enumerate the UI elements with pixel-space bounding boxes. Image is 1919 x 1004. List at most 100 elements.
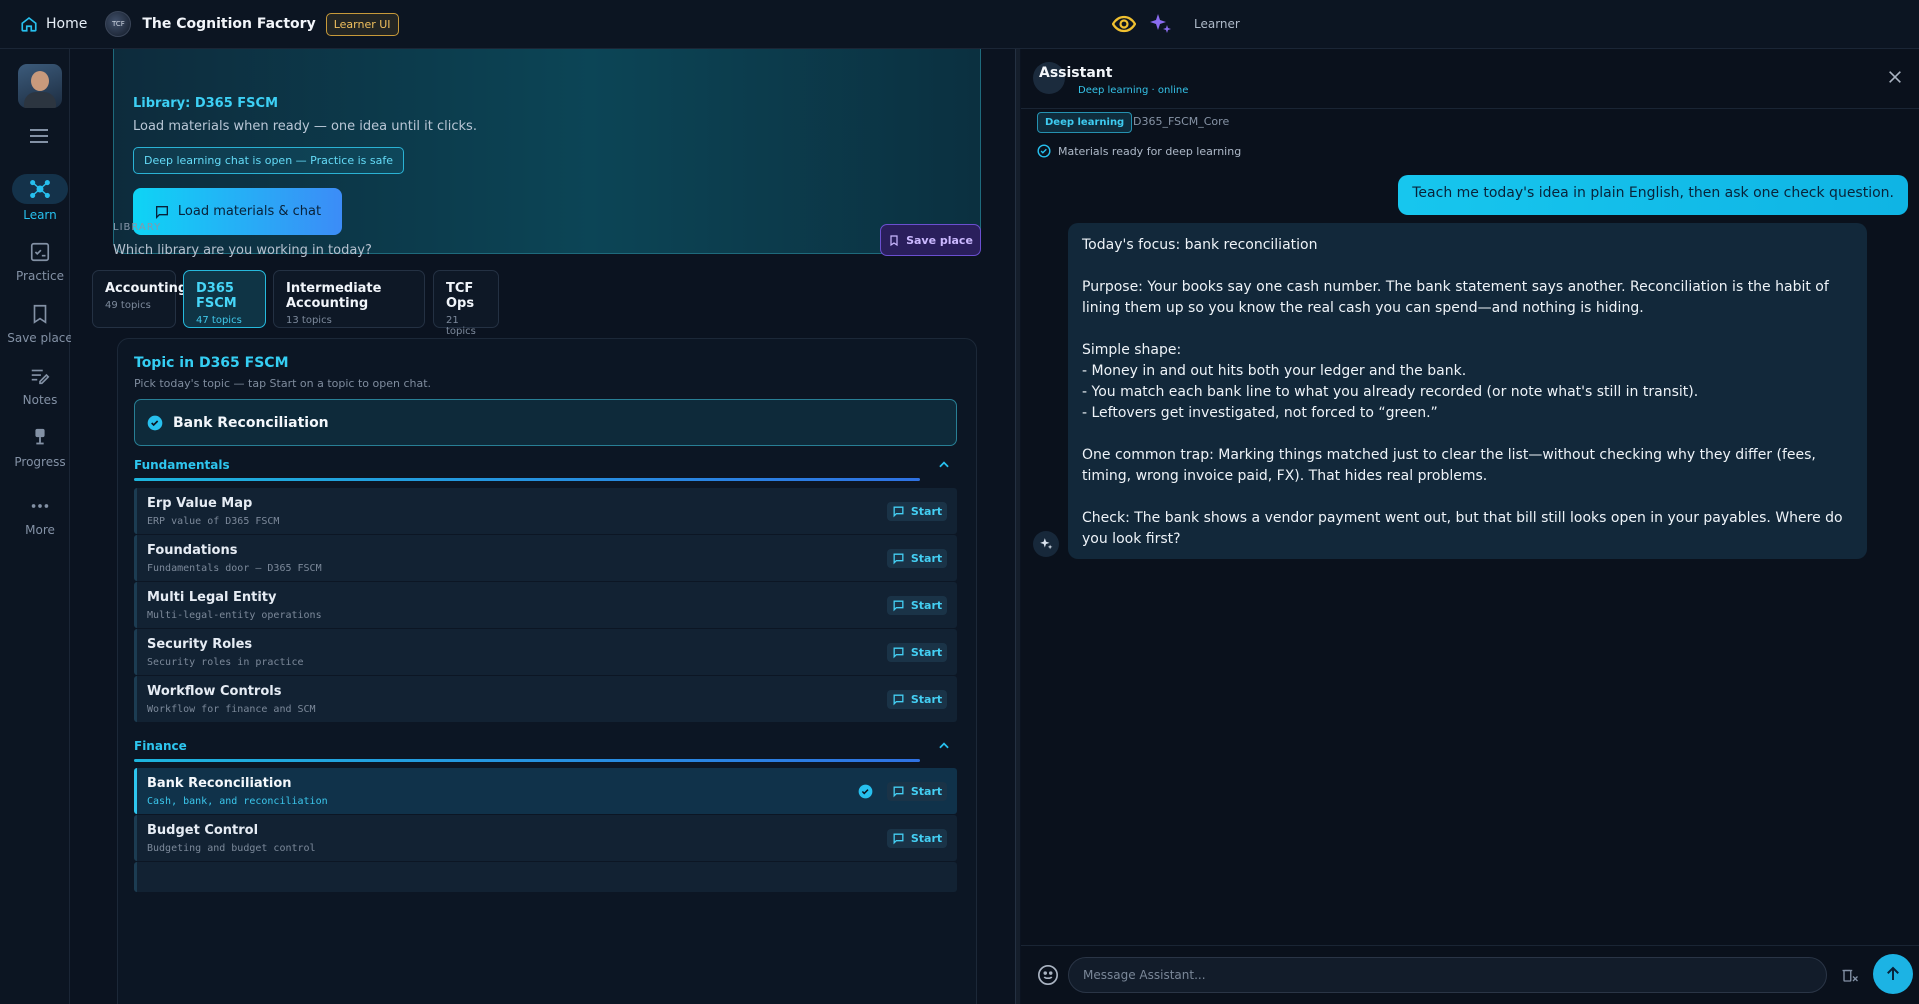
topic-row[interactable]: Workflow Controls Workflow for finance a… xyxy=(134,676,957,722)
arrow-up-icon xyxy=(1887,966,1899,980)
brand-logo: TCF xyxy=(105,11,132,37)
materials-ready: Materials ready for deep learning xyxy=(1037,144,1241,158)
start-button[interactable]: Start xyxy=(887,829,947,848)
topic-name: Erp Value Map xyxy=(147,496,253,511)
more-icon xyxy=(31,504,49,508)
start-button[interactable]: Start xyxy=(887,596,947,615)
network-icon xyxy=(30,180,50,198)
selected-topic-label: Bank Reconciliation xyxy=(173,414,329,431)
chat-icon xyxy=(893,647,904,659)
library-card-name: D365 FSCM xyxy=(196,281,237,311)
clear-chat-icon[interactable] xyxy=(1841,966,1859,984)
group-name: Finance xyxy=(134,739,187,753)
chat-icon xyxy=(893,694,904,706)
brand-title: The Cognition Factory xyxy=(142,16,316,32)
library-card-count: 13 topics xyxy=(286,315,332,326)
library-card-count: 47 topics xyxy=(196,315,242,326)
library-card-count: 49 topics xyxy=(105,300,151,311)
library-card-name: Intermediate Accounting xyxy=(286,281,382,311)
topic-name: Workflow Controls xyxy=(147,684,282,699)
topic-row[interactable]: Bank Reconciliation Cash, bank, and reco… xyxy=(134,768,957,814)
rail-item-progress[interactable]: Progress xyxy=(0,427,80,469)
close-icon[interactable] xyxy=(1887,69,1903,85)
message-composer xyxy=(1021,945,1919,1004)
rail-label-notes: Notes xyxy=(22,393,58,407)
start-button[interactable]: Start xyxy=(887,782,947,801)
check-circle-icon xyxy=(1037,144,1051,158)
deep-learning-chip: Deep learning chat is open — Practice is… xyxy=(133,147,404,174)
home-label: Home xyxy=(46,16,88,32)
topic-row[interactable]: Budget Control Budgeting and budget cont… xyxy=(134,815,957,861)
save-place-label: Save place xyxy=(906,233,973,247)
topic-name: Budget Control xyxy=(147,823,259,838)
chevron-up-icon[interactable] xyxy=(937,739,951,753)
send-button[interactable] xyxy=(1873,954,1913,994)
load-materials-label: Load materials & chat xyxy=(177,204,322,219)
sparkle-icon[interactable] xyxy=(1148,12,1172,36)
bookmark-icon xyxy=(33,304,47,324)
rail-item-save-place[interactable]: Save place xyxy=(0,303,80,345)
topic-row[interactable]: Erp Value Map ERP value of D365 FSCM Sta… xyxy=(134,488,957,534)
rail-item-learn[interactable]: Learn xyxy=(0,174,80,222)
notes-icon xyxy=(31,369,50,385)
group-name: Fundamentals xyxy=(134,458,230,472)
start-button[interactable]: Start xyxy=(887,690,947,709)
trophy-icon xyxy=(35,428,45,445)
topic-row[interactable] xyxy=(134,862,957,892)
panel-resize-handle[interactable] xyxy=(1015,49,1020,1004)
library-question: Which library are you working in today? xyxy=(113,243,372,258)
library-title: Library: D365 FSCM xyxy=(133,96,279,111)
assistant-sparkle-icon xyxy=(1033,531,1059,557)
home-link[interactable]: Home xyxy=(20,15,87,33)
topic-row[interactable]: Foundations Fundamentals door — D365 FSC… xyxy=(134,535,957,581)
shape-line: - Money in and out hits both your ledger… xyxy=(1082,363,1467,379)
topic-panel-hint: Pick today's topic — tap Start on a topi… xyxy=(134,377,432,390)
menu-icon[interactable] xyxy=(29,128,49,144)
mode-chip: Deep learning xyxy=(1037,112,1133,133)
group-fundamentals[interactable]: Fundamentals xyxy=(134,458,957,481)
top-center-controls: Learner xyxy=(1112,12,1240,36)
topic-name: Multi Legal Entity xyxy=(147,590,277,605)
message-shape: Simple shape: - Money in and out hits bo… xyxy=(1082,340,1853,424)
library-card-d365-fscm[interactable]: D365 FSCM 47 topics xyxy=(183,270,266,328)
topic-row[interactable]: Security Roles Security roles in practic… xyxy=(134,629,957,675)
selected-topic[interactable]: Bank Reconciliation xyxy=(134,399,957,446)
library-card-name: TCF Ops xyxy=(446,281,475,311)
assistant-status: Deep learning · online xyxy=(1078,85,1189,96)
rail-item-notes[interactable]: Notes xyxy=(0,365,80,407)
rail-label-save-place: Save place xyxy=(7,331,73,345)
rail-label-more: More xyxy=(25,523,55,537)
message-focus: Today's focus: bank reconciliation xyxy=(1082,237,1318,253)
save-place-button[interactable]: Save place xyxy=(880,224,981,256)
top-bar: Home TCF The Cognition Factory Learner U… xyxy=(0,0,1919,49)
topic-row[interactable]: Multi Legal Entity Multi-legal-entity op… xyxy=(134,582,957,628)
main-content: Library: D365 FSCM Load materials when r… xyxy=(71,49,1015,1004)
rail-item-practice[interactable]: Practice xyxy=(0,241,80,283)
avatar[interactable] xyxy=(18,64,62,108)
start-button[interactable]: Start xyxy=(887,549,947,568)
shape-title: Simple shape: xyxy=(1082,342,1182,358)
start-button[interactable]: Start xyxy=(887,643,947,662)
topic-desc: ERP value of D365 FSCM xyxy=(147,516,280,527)
library-card-accounting[interactable]: Accounting 49 topics xyxy=(92,270,188,328)
check-circle-icon xyxy=(858,784,873,799)
assistant-panel: Assistant Deep learning · online Deep le… xyxy=(1021,49,1919,1004)
library-card-tcf-ops[interactable]: TCF Ops 21 topics xyxy=(433,270,499,337)
topic-desc: Security roles in practice xyxy=(147,657,304,668)
library-section-label: LIBRARY xyxy=(113,222,162,233)
message-input[interactable] xyxy=(1068,957,1827,993)
start-button[interactable]: Start xyxy=(887,502,947,521)
checklist-icon xyxy=(30,242,50,262)
library-card-name: Accounting xyxy=(105,281,188,296)
topic-name: Bank Reconciliation xyxy=(147,776,292,791)
start-label: Start xyxy=(910,552,943,565)
library-card-intermediate-accounting[interactable]: Intermediate Accounting 13 topics xyxy=(273,270,425,328)
chevron-up-icon[interactable] xyxy=(937,458,951,472)
load-materials-button[interactable]: Load materials & chat xyxy=(133,188,342,235)
rail-label-practice: Practice xyxy=(16,269,64,283)
emoji-icon[interactable] xyxy=(1037,964,1059,986)
rail-item-more[interactable]: More xyxy=(0,495,80,537)
group-finance[interactable]: Finance xyxy=(134,739,957,762)
eye-icon[interactable] xyxy=(1112,14,1136,34)
check-circle-icon xyxy=(147,415,163,430)
